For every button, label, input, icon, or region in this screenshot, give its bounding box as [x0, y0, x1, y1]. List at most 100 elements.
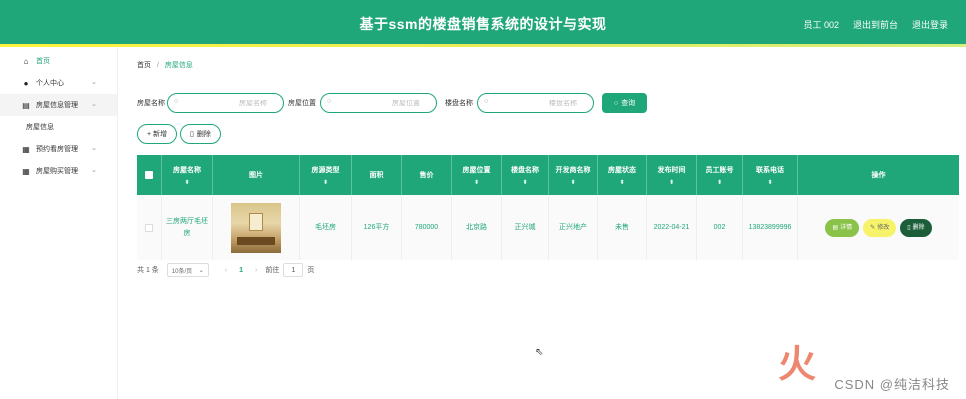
detail-icon: ▤: [832, 224, 839, 231]
house-photo[interactable]: [231, 202, 281, 253]
building-name-field[interactable]: ○: [477, 93, 594, 113]
chevron-down-icon: ⌄: [91, 167, 97, 174]
user-icon: ●: [23, 78, 29, 88]
back-to-front-link[interactable]: 退出到前台: [853, 18, 898, 31]
building-name-input[interactable]: [478, 99, 593, 107]
house-location-field[interactable]: ○: [320, 93, 437, 113]
next-page-button[interactable]: ›: [255, 267, 257, 274]
col-photo[interactable]: 图片: [213, 155, 300, 195]
cell-house-type: 毛坯房: [300, 195, 352, 260]
goto-label: 前往: [265, 267, 280, 274]
row-delete-button[interactable]: ▯ 删除: [900, 218, 932, 237]
home-icon: ⌂: [23, 56, 29, 66]
sidebar-subitem-house-info[interactable]: 房屋信息: [0, 116, 117, 138]
col-staff[interactable]: 员工账号 ⬍: [697, 155, 743, 195]
house-name-field[interactable]: ○: [167, 93, 284, 113]
col-house-name[interactable]: 房屋名称 ⬍: [162, 155, 213, 195]
sidebar-item-viewing-appointment[interactable]: ▦ 预约看房管理 ⌄: [0, 138, 117, 160]
row-checkbox[interactable]: [145, 223, 153, 232]
grid-icon: ▦: [22, 166, 30, 176]
col-building[interactable]: 楼盘名称 ⬍: [502, 155, 549, 195]
building-name-label: 楼盘名称: [445, 100, 473, 107]
trash-icon: ▯: [190, 131, 194, 138]
watermark-text: CSDN @纯洁科技: [834, 377, 950, 392]
total-count: 共 1 条: [137, 267, 159, 274]
chevron-down-icon: ⌄: [91, 145, 97, 152]
sidebar-item-label: 首页: [36, 58, 50, 65]
page-size-select[interactable]: 10条/页 ⌄: [166, 263, 209, 277]
grid-icon: ▦: [22, 144, 30, 154]
search-icon: ○: [613, 99, 619, 107]
sidebar-item-label: 预约看房管理: [36, 146, 78, 153]
sidebar: ⌂ 首页 ● 个人中心 ⌄ ▤ 房屋信息管理 ⌄ 房屋信息 ▦ 预约看房管理 ⌄…: [0, 47, 118, 399]
edit-button[interactable]: ✎ 修改: [863, 218, 897, 237]
sidebar-item-personal-center[interactable]: ● 个人中心 ⌄: [0, 72, 117, 94]
edit-icon: ✎: [870, 224, 876, 231]
select-all-checkbox[interactable]: [145, 171, 153, 179]
sort-icon: ⬍: [522, 179, 528, 186]
col-location[interactable]: 房屋位置 ⬍: [452, 155, 502, 195]
current-user: 员工 002: [803, 20, 839, 30]
col-date[interactable]: 发布时间 ⬍: [647, 155, 697, 195]
mouse-cursor-icon: ⇖: [535, 347, 544, 358]
sidebar-item-label: 房屋购买管理: [36, 168, 78, 175]
chevron-down-icon: ⌄: [91, 79, 97, 86]
sidebar-item-house-info-management[interactable]: ▤ 房屋信息管理 ⌄: [0, 94, 117, 116]
detail-button[interactable]: ▤ 详情: [825, 218, 860, 237]
search-bar: 房屋名称 ○ 房屋位置 ○ 楼盘名称 ○ ○ 查询: [137, 93, 647, 113]
cell-phone: 13823899996: [743, 195, 798, 260]
row-select-cell: [137, 195, 162, 260]
cell-photo: [213, 195, 300, 260]
house-location-label: 房屋位置: [288, 100, 316, 107]
action-buttons: + 新增 ▯ 删除: [137, 124, 221, 144]
page-jump-input[interactable]: 1: [283, 263, 304, 277]
breadcrumb-current: 房屋信息: [164, 62, 193, 69]
house-name-input[interactable]: [168, 99, 283, 107]
cell-house-name: 三房两厅毛坯房: [162, 195, 213, 260]
cell-status: 未售: [598, 195, 647, 260]
current-page[interactable]: 1: [239, 267, 243, 274]
col-phone[interactable]: 联系电话 ⬍: [743, 155, 798, 195]
sort-icon: ⬍: [716, 179, 723, 186]
page-suffix: 页: [307, 267, 315, 274]
cell-staff: 002: [697, 195, 743, 260]
col-price[interactable]: 售价: [402, 155, 452, 195]
delete-button[interactable]: ▯ 删除: [180, 124, 221, 144]
cell-area: 126平方: [352, 195, 402, 260]
sort-icon: ⬍: [570, 179, 576, 186]
cell-developer: 正兴地产: [549, 195, 598, 260]
cell-building: 正兴城: [502, 195, 549, 260]
cell-location: 北京路: [452, 195, 502, 260]
house-table: 房屋名称 ⬍ 图片 房源类型 ⬍ 面积 售价 房屋位置 ⬍ 楼盘名称 ⬍ 开发商名称 ⬍ …: [137, 155, 959, 260]
pagination: 共 1 条 10条/页 ⌄ ‹ 1 › 前往 1 页: [137, 263, 314, 277]
cell-price: 780000: [402, 195, 452, 260]
sort-icon: ⬍: [767, 179, 773, 186]
add-button[interactable]: + 新增: [137, 124, 178, 144]
house-name-label: 房屋名称: [137, 100, 165, 107]
col-status[interactable]: 房屋状态 ⬍: [598, 155, 647, 195]
prev-page-button[interactable]: ‹: [225, 267, 227, 274]
sort-icon: ⬍: [668, 179, 675, 186]
chevron-down-icon: ⌄: [91, 101, 97, 108]
breadcrumb-home[interactable]: 首页: [137, 62, 151, 69]
col-area[interactable]: 面积: [352, 155, 402, 195]
search-icon: ○: [484, 98, 489, 105]
cell-date: 2022-04-21: [647, 195, 697, 260]
col-house-type[interactable]: 房源类型 ⬍: [300, 155, 352, 195]
house-location-input[interactable]: [321, 99, 436, 107]
list-icon: ▤: [22, 100, 30, 110]
sidebar-item-label: 房屋信息管理: [36, 102, 78, 109]
chevron-down-icon: ⌄: [198, 267, 204, 274]
select-all-header: [137, 155, 162, 195]
search-icon: ○: [174, 98, 179, 105]
logout-link[interactable]: 退出登录: [912, 18, 948, 31]
sort-icon: ⬍: [473, 179, 480, 186]
sidebar-item-home[interactable]: ⌂ 首页: [0, 50, 117, 72]
col-developer[interactable]: 开发商名称 ⬍: [549, 155, 598, 195]
breadcrumb: 首页 / 房屋信息: [137, 60, 193, 70]
search-icon: ○: [327, 98, 332, 105]
search-button[interactable]: ○ 查询: [602, 93, 647, 113]
sidebar-item-house-purchase[interactable]: ▦ 房屋购买管理 ⌄: [0, 160, 117, 182]
top-header: 基于ssm的楼盘销售系统的设计与实现 员工 002 退出到前台 退出登录: [0, 0, 966, 44]
header-links: 员工 002 退出到前台 退出登录: [803, 18, 948, 31]
